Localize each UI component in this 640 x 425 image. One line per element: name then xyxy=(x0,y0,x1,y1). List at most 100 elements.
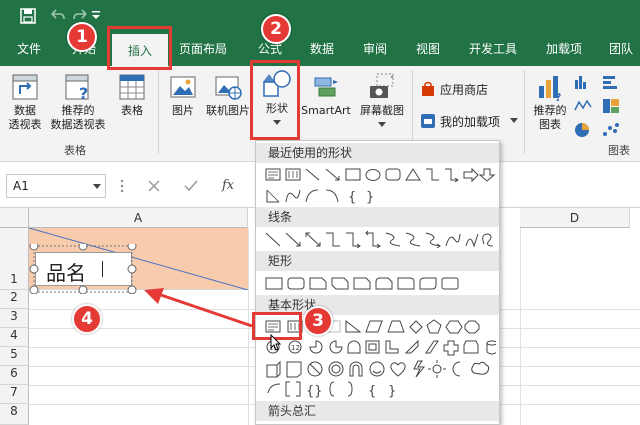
column-header-a[interactable]: A xyxy=(29,208,248,228)
my-addins-button[interactable]: 我的加载项 xyxy=(420,112,520,130)
screenshot-label: 屏幕截图 xyxy=(360,104,404,117)
bar-chart-icon[interactable] xyxy=(574,74,592,90)
recommended-pivot-button[interactable]: ? 推荐的 数据透视表 xyxy=(46,72,110,132)
tab-team[interactable]: 团队 xyxy=(602,32,640,66)
online-pictures-label: 联机图片 xyxy=(206,104,250,117)
rectangles-row[interactable] xyxy=(264,274,496,294)
highlight-shapes-button xyxy=(250,60,300,140)
step-badge-2: 2 xyxy=(261,14,291,44)
group-tables-label: 表格 xyxy=(64,144,86,157)
pivot-table-label-2: 透视表 xyxy=(8,118,42,131)
table-label: 表格 xyxy=(121,104,143,117)
smartart-icon xyxy=(314,77,338,97)
section-block-arrows: 箭头总汇 xyxy=(256,401,499,421)
chevron-down-icon xyxy=(378,122,386,127)
addins-icon xyxy=(421,114,435,128)
insert-function-button[interactable]: fx xyxy=(222,178,234,193)
shapes-gallery[interactable]: 最近使用的形状 { } 线条 矩形 基本形状 10 12 {} {} 箭头总汇 xyxy=(255,140,500,425)
column-header-d[interactable]: D xyxy=(520,208,630,228)
step-badge-3: 3 xyxy=(303,306,333,336)
svg-text:?: ? xyxy=(79,84,88,102)
store-icon xyxy=(422,81,434,96)
tab-data[interactable]: 数据 xyxy=(302,32,342,66)
online-pictures-button[interactable]: 联机图片 xyxy=(203,72,253,118)
screenshot-button[interactable]: 屏幕截图 xyxy=(354,72,410,132)
tab-addins[interactable]: 加载项 xyxy=(540,32,588,66)
gridline xyxy=(520,228,521,425)
row-header-8[interactable]: 8 xyxy=(0,404,29,425)
recommended-pivot-label-2: 数据透视表 xyxy=(50,118,106,131)
row-header-2[interactable]: 2 xyxy=(0,290,29,309)
picture-icon xyxy=(170,76,196,98)
mouse-pointer-icon xyxy=(270,334,282,351)
tab-review[interactable]: 审阅 xyxy=(355,32,395,66)
highlight-insert-tab xyxy=(107,26,172,70)
row-header-4[interactable]: 4 xyxy=(0,328,29,347)
tab-developer[interactable]: 开发工具 xyxy=(462,32,524,66)
row-header-3[interactable]: 3 xyxy=(0,309,29,328)
svg-text:{: { xyxy=(348,190,356,205)
chart-icon: ? xyxy=(539,76,561,102)
recommended-charts-label-2: 图表 xyxy=(539,118,561,131)
recommended-pivot-label-1: 推荐的 xyxy=(61,104,95,117)
row-header-6[interactable]: 6 xyxy=(0,366,29,385)
row-header-5[interactable]: 5 xyxy=(0,347,29,366)
undo-icon[interactable] xyxy=(48,8,66,24)
svg-text:}: } xyxy=(388,384,396,399)
annotation-arrow xyxy=(144,288,253,328)
table-button[interactable]: 表格 xyxy=(112,72,152,118)
smartart-button[interactable]: SmartArt xyxy=(300,72,352,118)
name-box[interactable]: A1 xyxy=(6,174,106,198)
group-separator xyxy=(158,70,159,154)
online-picture-icon xyxy=(215,76,242,100)
tab-view[interactable]: 视图 xyxy=(408,32,448,66)
recommended-pivot-icon: ? xyxy=(65,74,89,102)
svg-text:{: { xyxy=(368,384,376,399)
row-header-1[interactable]: 1 xyxy=(0,228,29,290)
save-icon[interactable] xyxy=(20,8,36,24)
dots-icon xyxy=(120,179,124,193)
svg-text:}: } xyxy=(366,190,374,205)
pivot-table-icon xyxy=(12,74,38,100)
recent-shapes-row[interactable]: { } xyxy=(264,166,496,206)
scatter-chart-icon[interactable] xyxy=(602,122,620,138)
recommended-charts-label-1: 推荐的 xyxy=(533,104,567,117)
customize-qat-icon[interactable] xyxy=(92,10,100,20)
chevron-down-icon xyxy=(510,118,518,123)
pie-chart-icon[interactable] xyxy=(574,122,592,138)
title-bar xyxy=(0,0,640,32)
column-chart-icon[interactable] xyxy=(602,74,620,90)
pictures-button[interactable]: 图片 xyxy=(163,72,203,118)
section-rectangles: 矩形 xyxy=(256,251,499,271)
tab-file[interactable]: 文件 xyxy=(8,32,50,66)
cancel-icon[interactable] xyxy=(148,180,160,192)
svg-text:12: 12 xyxy=(291,344,300,352)
table-icon xyxy=(119,74,145,100)
step-badge-1: 1 xyxy=(67,22,97,52)
line-chart-icon[interactable] xyxy=(574,98,592,114)
my-addins-label: 我的加载项 xyxy=(440,115,501,129)
group-charts-label: 图表 xyxy=(608,144,630,157)
step-badge-4: 4 xyxy=(72,304,102,334)
app-store-label: 应用商店 xyxy=(440,83,489,97)
hierarchy-chart-icon[interactable] xyxy=(602,98,620,114)
selection-handles xyxy=(29,244,137,294)
svg-text:{}: {} xyxy=(306,384,323,399)
section-lines: 线条 xyxy=(256,207,499,227)
chevron-down-icon[interactable] xyxy=(93,184,101,190)
pictures-label: 图片 xyxy=(172,104,194,117)
svg-text:?: ? xyxy=(555,91,561,102)
select-all-corner[interactable] xyxy=(0,208,29,228)
smartart-label: SmartArt xyxy=(301,104,351,117)
pivot-table-label-1: 数据 xyxy=(14,104,36,117)
name-box-value: A1 xyxy=(13,179,29,193)
app-store-button[interactable]: 应用商店 xyxy=(420,80,510,98)
lines-row[interactable] xyxy=(264,230,496,250)
tab-page-layout[interactable]: 页面布局 xyxy=(172,32,234,66)
pivot-table-button[interactable]: 数据 透视表 xyxy=(4,72,46,132)
camera-icon xyxy=(370,73,394,98)
recommended-charts-button[interactable]: ? 推荐的 图表 xyxy=(528,72,572,132)
row-header-7[interactable]: 7 xyxy=(0,385,29,404)
check-icon[interactable] xyxy=(184,180,198,192)
section-recent-shapes: 最近使用的形状 xyxy=(256,143,499,163)
